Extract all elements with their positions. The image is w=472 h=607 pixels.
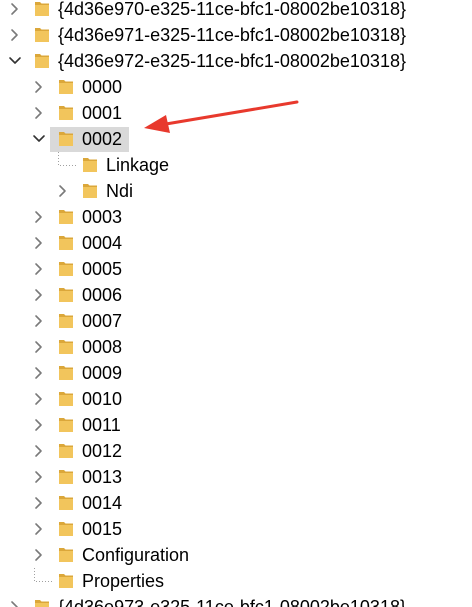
chevron-right-icon[interactable]	[30, 390, 48, 408]
tree-item[interactable]: {4d36e970-e325-11ce-bfc1-08002be10318}	[0, 0, 472, 22]
folder-icon	[58, 312, 74, 329]
tree-item-label: Linkage	[106, 155, 170, 175]
tree-item[interactable]: Properties	[0, 568, 472, 594]
tree-item-label: 0014	[82, 493, 123, 513]
folder-icon	[58, 364, 74, 381]
tree-item[interactable]: 0004	[0, 230, 472, 256]
tree-item[interactable]: Ndi	[0, 178, 472, 204]
chevron-right-icon[interactable]	[6, 26, 24, 44]
tree-item-label: Ndi	[106, 181, 134, 201]
folder-icon	[58, 338, 74, 355]
tree-item-label: Properties	[82, 571, 165, 591]
tree-item-label: 0009	[82, 363, 123, 383]
chevron-right-icon[interactable]	[30, 364, 48, 382]
chevron-right-icon[interactable]	[30, 286, 48, 304]
tree-item[interactable]: 0008	[0, 334, 472, 360]
tree-item[interactable]: 0000	[0, 74, 472, 100]
tree-item[interactable]: 0005	[0, 256, 472, 282]
chevron-right-icon[interactable]	[30, 104, 48, 122]
tree-item[interactable]: 0006	[0, 282, 472, 308]
tree-item-label: 0010	[82, 389, 123, 409]
chevron-right-icon[interactable]	[30, 468, 48, 486]
registry-tree-view[interactable]: {4d36e970-e325-11ce-bfc1-08002be10318} {4…	[0, 0, 472, 607]
folder-icon	[58, 468, 74, 485]
tree-item[interactable]: {4d36e971-e325-11ce-bfc1-08002be10318}	[0, 22, 472, 48]
chevron-right-icon[interactable]	[30, 442, 48, 460]
tree-item-label: 0000	[82, 77, 123, 97]
tree-item-label: {4d36e971-e325-11ce-bfc1-08002be10318}	[58, 25, 406, 45]
folder-icon	[58, 520, 74, 537]
chevron-right-icon[interactable]	[30, 234, 48, 252]
tree-item[interactable]: 0010	[0, 386, 472, 412]
tree-item[interactable]: {4d36e973-e325-11ce-bfc1-08002be10318}	[0, 594, 472, 607]
folder-icon	[58, 286, 74, 303]
tree-item[interactable]: 0003	[0, 204, 472, 230]
tree-item-label: 0006	[82, 285, 123, 305]
chevron-right-icon[interactable]	[30, 416, 48, 434]
tree-connector-line	[58, 152, 77, 166]
chevron-right-icon[interactable]	[54, 182, 72, 200]
folder-icon	[34, 598, 50, 607]
tree-item[interactable]: 0011	[0, 412, 472, 438]
folder-icon	[58, 546, 74, 563]
folder-icon	[58, 442, 74, 459]
chevron-right-icon[interactable]	[6, 598, 24, 607]
folder-icon	[34, 52, 50, 69]
folder-icon	[58, 104, 74, 121]
chevron-right-icon[interactable]	[30, 494, 48, 512]
folder-icon	[58, 234, 74, 251]
chevron-right-icon[interactable]	[30, 260, 48, 278]
tree-item-label: 0013	[82, 467, 123, 487]
folder-icon	[58, 208, 74, 225]
tree-item-label: 0004	[82, 233, 123, 253]
folder-icon	[58, 416, 74, 433]
tree-item[interactable]: 0013	[0, 464, 472, 490]
chevron-down-icon[interactable]	[6, 52, 24, 70]
tree-item-label: 0001	[82, 103, 123, 123]
tree-item-label: 0005	[82, 259, 123, 279]
chevron-right-icon[interactable]	[30, 312, 48, 330]
tree-item[interactable]: 0001	[0, 100, 472, 126]
tree-item-label: 0008	[82, 337, 123, 357]
tree-item-label: {4d36e972-e325-11ce-bfc1-08002be10318}	[58, 51, 406, 71]
tree-item-label: 0011	[82, 415, 121, 435]
tree-item[interactable]: 0015	[0, 516, 472, 542]
tree-item-label: {4d36e970-e325-11ce-bfc1-08002be10318}	[58, 0, 406, 19]
tree-item[interactable]: Configuration	[0, 542, 472, 568]
tree-item-label: 0003	[82, 207, 123, 227]
tree-item-label: 0007	[82, 311, 123, 331]
chevron-right-icon[interactable]	[6, 0, 24, 18]
chevron-right-icon[interactable]	[30, 208, 48, 226]
folder-icon	[58, 390, 74, 407]
tree-item[interactable]: {4d36e972-e325-11ce-bfc1-08002be10318}	[0, 48, 472, 74]
tree-connector-line	[34, 568, 53, 582]
tree-item[interactable]: 0014	[0, 490, 472, 516]
tree-item[interactable]: Linkage	[0, 152, 472, 178]
tree-item-label: Configuration	[82, 545, 190, 565]
tree-item[interactable]: 0002	[0, 126, 472, 152]
folder-icon	[58, 78, 74, 95]
folder-icon	[58, 494, 74, 511]
tree-item-label: 0002	[82, 129, 123, 149]
chevron-right-icon[interactable]	[30, 520, 48, 538]
tree-item[interactable]: 0012	[0, 438, 472, 464]
folder-icon	[82, 156, 98, 173]
chevron-right-icon[interactable]	[30, 546, 48, 564]
tree-item-label: 0015	[82, 519, 123, 539]
tree-item[interactable]: 0009	[0, 360, 472, 386]
folder-icon	[58, 572, 74, 589]
folder-icon	[82, 182, 98, 199]
tree-item[interactable]: 0007	[0, 308, 472, 334]
folder-icon	[34, 0, 50, 17]
tree-item-label: 0012	[82, 441, 123, 461]
chevron-down-icon[interactable]	[30, 130, 48, 148]
tree-item-label: {4d36e973-e325-11ce-bfc1-08002be10318}	[58, 597, 406, 607]
folder-icon	[58, 260, 74, 277]
chevron-right-icon[interactable]	[30, 78, 48, 96]
chevron-right-icon[interactable]	[30, 338, 48, 356]
folder-icon	[34, 26, 50, 43]
folder-icon	[58, 130, 74, 147]
